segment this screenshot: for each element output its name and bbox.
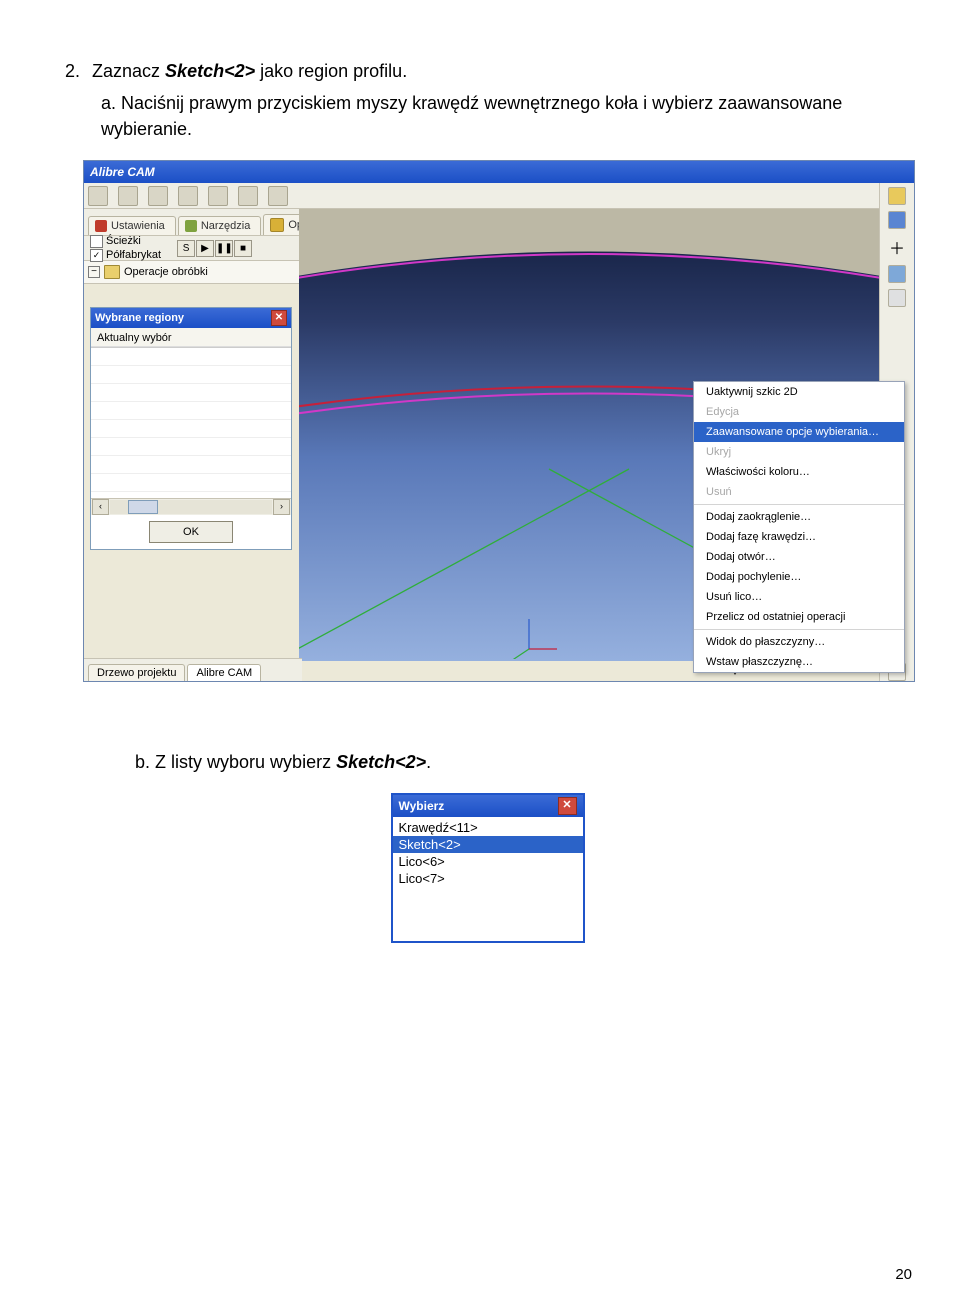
select-dialog: Wybierz ✕ Krawędź<11>Sketch<2>Lico<6>Lic… [391,793,585,943]
select-option[interactable]: Sketch<2> [393,836,583,853]
tab-project-tree[interactable]: Drzewo projektu [88,664,185,681]
region-panel-title: Wybrane regiony [95,308,184,328]
close-icon[interactable]: ✕ [271,310,287,326]
instruction-text-after: jako region profilu. [255,61,407,81]
check-label: Ścieżki [106,235,141,247]
tree-collapse-icon[interactable]: − [88,266,100,278]
tab-label: Narzędzia [201,220,251,232]
view-icon[interactable] [888,265,906,283]
context-menu-item[interactable]: Przelicz od ostatniej operacji [694,607,904,627]
tab-tools[interactable]: Narzędzia [178,216,262,235]
tool-icon[interactable] [238,186,258,206]
context-menu-item: Ukryj [694,442,904,462]
region-panel-label: Aktualny wybór [91,328,291,347]
context-menu-item[interactable]: Widok do płaszczyzny… [694,632,904,652]
select-option[interactable]: Lico<7> [393,870,583,887]
checkbox-icon [90,235,103,248]
context-menu-item: Usuń [694,482,904,502]
ok-button[interactable]: OK [149,521,233,543]
check-label: Półfabrykat [106,249,161,261]
plus-icon[interactable]: ＋ [889,235,905,259]
select-dialog-list[interactable]: Krawędź<11>Sketch<2>Lico<6>Lico<7> [393,817,583,941]
instruction-number: 2. [65,58,87,84]
bottom-tabs: Drzewo projektu Alibre CAM [84,658,302,681]
scroll-thumb[interactable] [128,500,158,514]
checkbox-icon: ✓ [90,249,103,262]
region-list[interactable] [91,347,291,498]
operations-icon [270,218,284,232]
instruction-b-bold: Sketch<2> [336,752,426,772]
app-screenshot: Alibre CAM Ustawienia Narzędzia Operacje… [83,160,915,682]
close-icon[interactable]: ✕ [558,797,577,815]
folder-icon [104,265,120,279]
tool-icon[interactable] [178,186,198,206]
tool-icon[interactable] [268,186,288,206]
instruction-b-letter: b. [135,752,150,772]
region-scrollbar[interactable]: ‹ › [91,498,291,515]
tree-root-label[interactable]: Operacje obróbki [124,266,208,278]
play-button[interactable]: ▶ [196,240,214,257]
instruction-b-text-after: . [426,752,431,772]
play-s-button[interactable]: S [177,240,195,257]
instruction-sub-text: Naciśnij prawym przyciskiem myszy krawęd… [101,93,842,139]
playback-controls: S ▶ ❚❚ ■ [177,240,252,257]
context-menu-item[interactable]: Wstaw płaszczyznę… [694,652,904,672]
settings-icon [95,220,107,232]
context-menu-item[interactable]: Usuń lico… [694,587,904,607]
tab-label: Ustawienia [111,220,165,232]
instruction-text-before: Zaznacz [92,61,165,81]
view-icon[interactable] [888,211,906,229]
select-dialog-titlebar: Wybierz ✕ [393,795,583,817]
instruction-bold: Sketch<2> [165,61,255,81]
tool-icon[interactable] [118,186,138,206]
context-menu-item[interactable]: Dodaj pochylenie… [694,567,904,587]
tool-icon[interactable] [148,186,168,206]
select-dialog-title: Wybierz [399,795,445,817]
view-icon[interactable] [888,289,906,307]
context-menu-item[interactable]: Właściwości koloru… [694,462,904,482]
tab-settings[interactable]: Ustawienia [88,216,176,235]
scroll-right-icon[interactable]: › [273,499,290,515]
instruction-2: 2. Zaznacz Sketch<2> jako region profilu… [65,58,910,142]
toolbar-top [84,183,914,209]
instruction-b: b. Z listy wyboru wybierz Sketch<2>. [135,752,910,773]
check-stock[interactable]: ✓Półfabrykat [90,249,161,262]
stop-button[interactable]: ■ [234,240,252,257]
page-number: 20 [895,1266,912,1283]
instruction-sub-letter: a. [101,93,116,113]
context-menu-item[interactable]: Dodaj zaokrąglenie… [694,507,904,527]
view-icon[interactable] [888,187,906,205]
app-titlebar: Alibre CAM [84,161,914,183]
pause-button[interactable]: ❚❚ [215,240,233,257]
region-panel-titlebar: Wybrane regiony ✕ [91,308,291,328]
select-option[interactable]: Lico<6> [393,853,583,870]
context-menu-item[interactable]: Uaktywnij szkic 2D [694,382,904,402]
tab-alibre-cam[interactable]: Alibre CAM [187,664,261,681]
tool-icon[interactable] [208,186,228,206]
region-panel: Wybrane regiony ✕ Aktualny wybór ‹ › OK [90,307,292,550]
tool-icon[interactable] [88,186,108,206]
context-menu-item[interactable]: Dodaj otwór… [694,547,904,567]
context-menu-item[interactable]: Zaawansowane opcje wybierania… [694,422,904,442]
instruction-b-text-before: Z listy wyboru wybierz [155,752,336,772]
context-menu-item: Edycja [694,402,904,422]
select-option[interactable]: Krawędź<11> [393,819,583,836]
check-paths[interactable]: Ścieżki [90,235,161,248]
tools-icon [185,220,197,232]
context-menu: Uaktywnij szkic 2DEdycjaZaawansowane opc… [693,381,905,673]
scroll-left-icon[interactable]: ‹ [92,499,109,515]
context-menu-item[interactable]: Dodaj fazę krawędzi… [694,527,904,547]
scroll-track[interactable] [110,500,272,514]
